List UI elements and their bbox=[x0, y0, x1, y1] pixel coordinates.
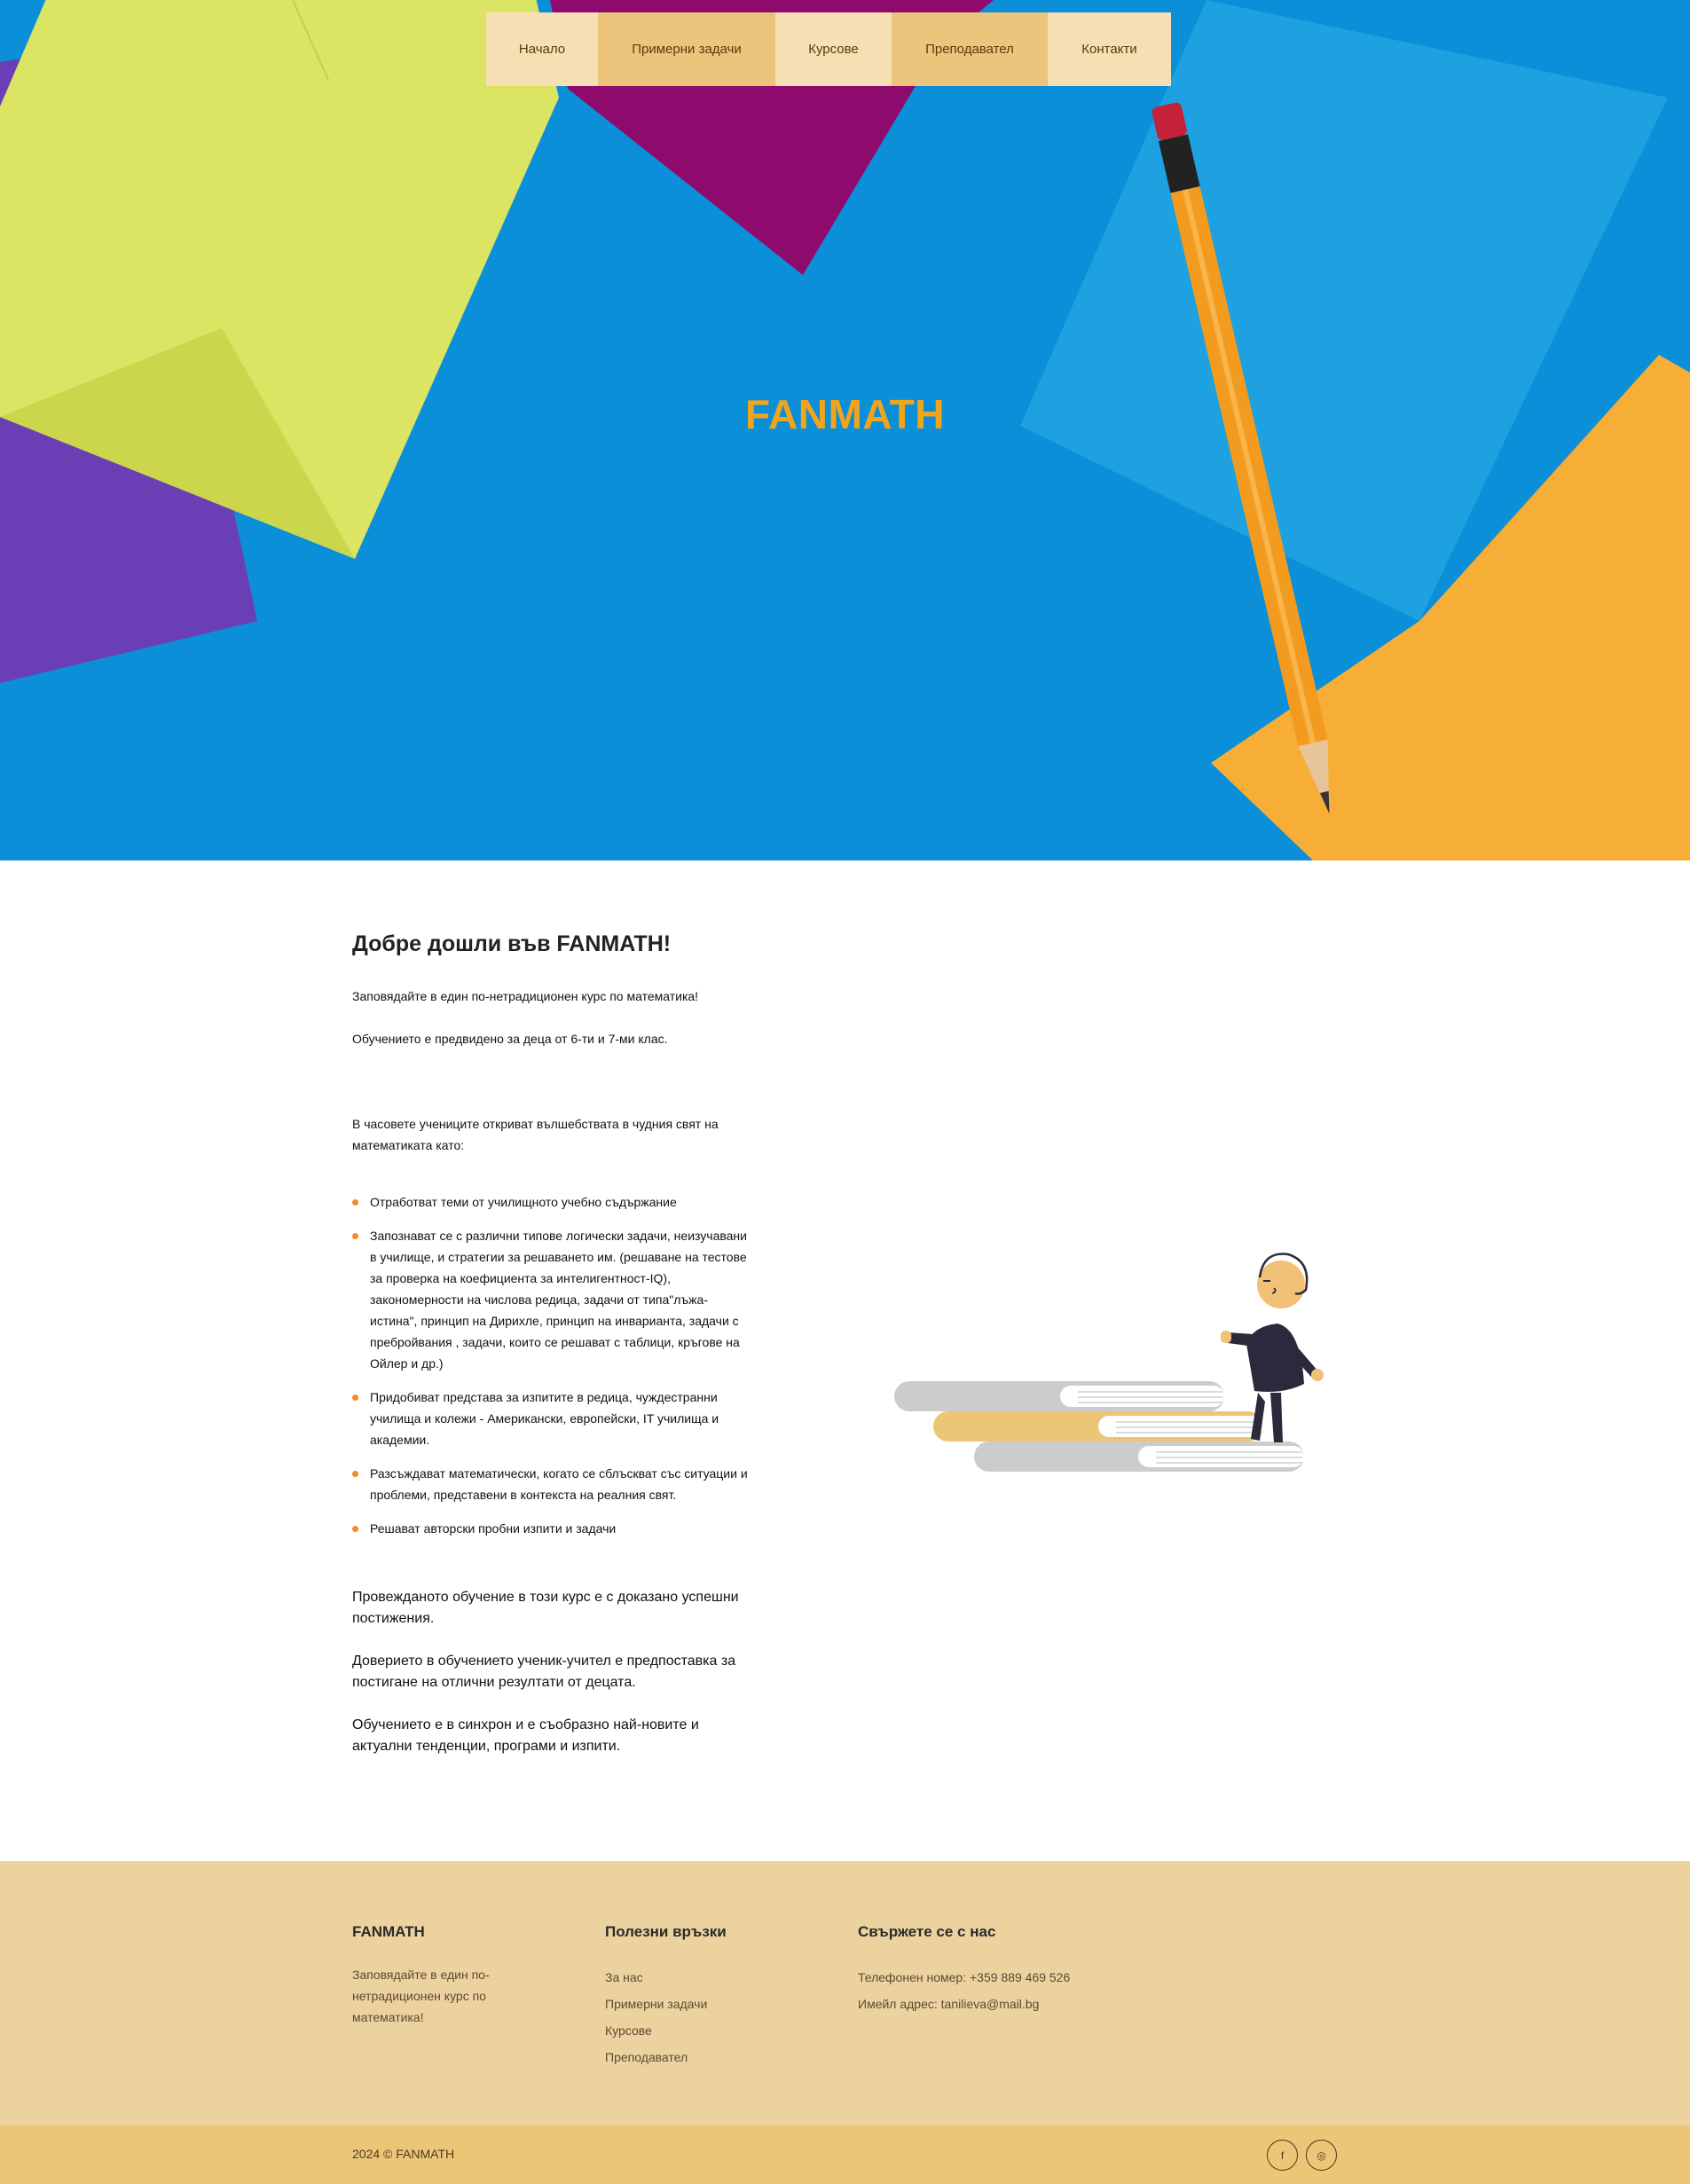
nav-item-teacher[interactable]: Преподавател bbox=[892, 12, 1048, 86]
footer-email[interactable]: Имейл адрес: tanilieva@mail.bg bbox=[858, 1991, 1213, 2017]
topics-list: Отработват теми от училищното учебно съд… bbox=[352, 1191, 751, 1539]
intro-topics-lead: В часовете учениците откриват вълшебства… bbox=[352, 1117, 719, 1152]
boy-climbing-books-illustration bbox=[894, 1253, 1324, 1472]
footer-phone: Телефонен номер: +359 889 469 526 bbox=[858, 1970, 1071, 1984]
intro-audience: Обучението е предвидено за деца от 6-ти … bbox=[352, 1032, 668, 1046]
footer-brand-column: FANMATH Заповядайте в един по-нетрадицио… bbox=[352, 1923, 530, 2028]
list-item: Придобиват представа за изпитите в редиц… bbox=[352, 1387, 751, 1450]
footer-contact-title: Свържете се с нас bbox=[858, 1923, 996, 1940]
facebook-icon[interactable]: f bbox=[1267, 2140, 1298, 2171]
welcome-heading: Добре дошли във FANMATH! bbox=[352, 931, 672, 956]
list-item: Разсъждават математически, когато се сбл… bbox=[352, 1463, 751, 1505]
footer-link-about[interactable]: За нас bbox=[605, 1964, 800, 1991]
footer-link-teacher[interactable]: Преподавател bbox=[605, 2044, 800, 2070]
closing-paragraph-1: Провежданото обучение в този курс е с до… bbox=[352, 1590, 739, 1626]
footer-contact-column: Свържете се с нас Телефонен номер: +359 … bbox=[858, 1923, 1213, 2017]
copyright-bar: 2024 © FANMATH f ◎ bbox=[0, 2125, 1690, 2184]
list-item: Запознават се с различни типове логическ… bbox=[352, 1225, 751, 1374]
intro-section: Добре дошли във FANMATH! Заповядайте в е… bbox=[352, 931, 751, 1757]
footer-link-courses[interactable]: Курсове bbox=[605, 2017, 800, 2044]
footer-links-column: Полезни връзки За нас Примерни задачи Ку… bbox=[605, 1923, 800, 2070]
footer-brand-title: FANMATH bbox=[352, 1923, 425, 1940]
closing-paragraph-2: Доверието в обучението ученик-учител е п… bbox=[352, 1654, 736, 1690]
list-item: Отработват теми от училищното учебно съд… bbox=[352, 1191, 751, 1213]
main-navigation: Начало Примерни задачи Курсове Преподава… bbox=[486, 12, 1171, 86]
nav-item-contacts[interactable]: Контакти bbox=[1048, 12, 1171, 86]
footer-brand-text: Заповядайте в един по-нетрадиционен курс… bbox=[352, 1968, 490, 2024]
footer-link-sample-problems[interactable]: Примерни задачи bbox=[605, 1991, 800, 2017]
footer-links-title: Полезни връзки bbox=[605, 1923, 727, 1940]
nav-item-courses[interactable]: Курсове bbox=[775, 12, 892, 86]
instagram-icon[interactable]: ◎ bbox=[1306, 2140, 1337, 2171]
closing-paragraph-3: Обучението е в синхрон и е съобразно най… bbox=[352, 1717, 699, 1754]
list-item: Решават авторски пробни изпити и задачи bbox=[352, 1518, 751, 1539]
hero-title: FANMATH bbox=[745, 391, 945, 437]
nav-item-home[interactable]: Начало bbox=[486, 12, 598, 86]
footer: FANMATH Заповядайте в един по-нетрадицио… bbox=[0, 1861, 1690, 2125]
intro-lead: Заповядайте в един по-нетрадиционен курс… bbox=[352, 989, 699, 1003]
copyright-text: 2024 © FANMATH bbox=[352, 2147, 455, 2161]
hero-section: Начало Примерни задачи Курсове Преподава… bbox=[0, 0, 1690, 860]
nav-item-sample-problems[interactable]: Примерни задачи bbox=[598, 12, 775, 86]
